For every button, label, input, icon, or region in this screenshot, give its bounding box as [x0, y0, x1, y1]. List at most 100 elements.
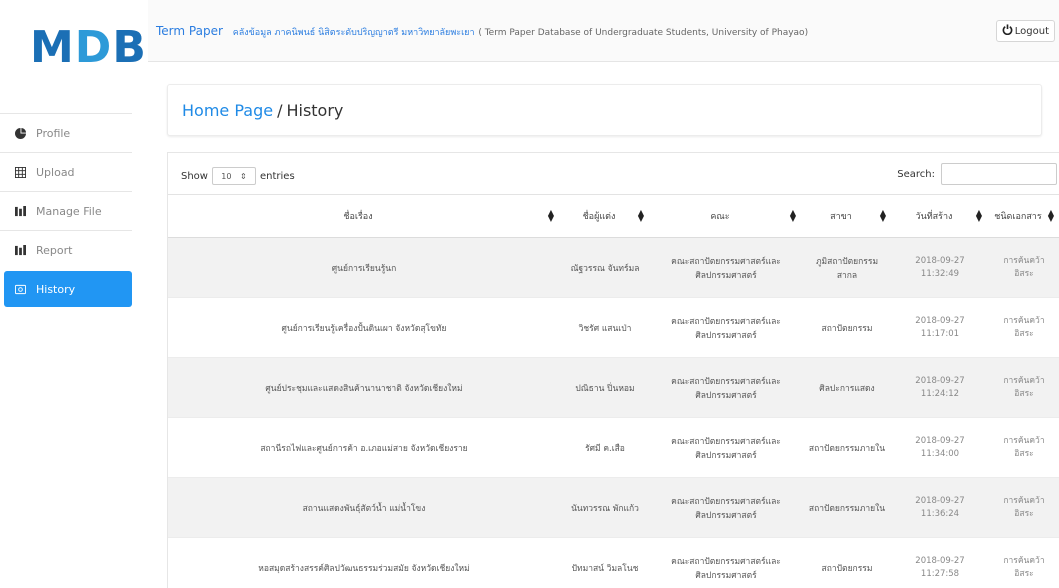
cell-author: ณัฐวรรณ จันทร์มล	[560, 237, 650, 298]
sidebar-item-manage-file[interactable]: Manage File	[0, 191, 132, 230]
search-input[interactable]	[941, 163, 1057, 185]
header-label: ชื่อเรื่อง	[343, 212, 373, 222]
entries-label: entries	[259, 170, 295, 182]
sort-icon: ▲ ▼	[547, 208, 554, 223]
cell-type: การค้นคว้า อิสระ	[988, 477, 1059, 538]
bars-icon	[14, 205, 26, 217]
sidebar-item-upload[interactable]: Upload	[0, 152, 132, 191]
cell-author: ปณิธาน ปิ่นหอม	[560, 357, 650, 418]
header-label: สาขา	[830, 212, 852, 222]
sidebar: MDB Profile Upload Manage File Report Hi…	[0, 0, 148, 588]
updown-icon: ⇕	[239, 171, 247, 181]
sort-icon: ▲ ▼	[1047, 208, 1054, 223]
cell-branch: สถาปัตยกรรม	[802, 297, 892, 358]
sort-icon: ▲ ▼	[975, 208, 982, 223]
cell-date: 2018-09-27 11:27:58	[892, 537, 988, 588]
type-line-2: อิสระ	[1014, 448, 1034, 459]
column-header-author[interactable]: ชื่อผู้แต่ง ▲ ▼	[560, 194, 650, 238]
cell-branch: ศิลปะการแสดง	[802, 357, 892, 418]
logout-button[interactable]: Logout	[995, 20, 1055, 42]
column-header-title[interactable]: ชื่อเรื่อง ▲ ▼	[168, 194, 560, 238]
type-line-1: การค้นคว้า	[1003, 495, 1045, 506]
sort-icon: ▲ ▼	[789, 208, 796, 223]
type-line-1: การค้นคว้า	[1003, 315, 1045, 326]
table-row[interactable]: สถานแสดงพันธุ์สัตว์น้ำ แม่น้ำโขง นันทวรร…	[168, 477, 1059, 538]
sidebar-item-report[interactable]: Report	[0, 230, 132, 269]
cell-faculty: คณะสถาปัตยกรรมศาสตร์และศิลปกรรมศาสตร์	[650, 417, 802, 478]
cell-author: วิชรัศ แสนเป่า	[560, 297, 650, 358]
thai-title: คลังข้อมูล ภาคนิพนธ์ นิสิตระดับปริญญาตรี…	[232, 28, 475, 38]
column-header-faculty[interactable]: คณะ ▲ ▼	[650, 194, 802, 238]
cell-faculty: คณะสถาปัตยกรรมศาสตร์และศิลปกรรมศาสตร์	[650, 237, 802, 298]
type-line-1: การค้นคว้า	[1003, 435, 1045, 446]
date-value: 2018-09-27	[915, 555, 965, 566]
column-header-type[interactable]: ชนิดเอกสาร ▲ ▼	[988, 194, 1059, 238]
power-icon	[1002, 24, 1013, 38]
cell-author: นันทวรรณ พักแก้ว	[560, 477, 650, 538]
english-title: ( Term Paper Database of Undergraduate S…	[478, 28, 809, 38]
cell-branch: ภูมิสถาปัตยกรรมสากล	[802, 237, 892, 298]
brand-label[interactable]: Term Paper	[156, 24, 223, 38]
cell-type: การค้นคว้าอิสระ	[988, 357, 1059, 418]
cell-type: การค้นคว้าอิสระ	[988, 297, 1059, 358]
site-title: Term Paper คลังข้อมูล ภาคนิพนธ์ นิสิตระด…	[156, 24, 808, 39]
table-row[interactable]: หอสมุดสร้างสรรค์ศิลปวัฒนธรรมร่วมสมัย จัง…	[168, 537, 1059, 588]
time-value: 11:34:00	[920, 448, 960, 459]
time-value: 11:24:12	[920, 388, 960, 399]
table-row[interactable]: ศูนย์ประชุมและแสดงสินค้านานาชาติ จังหวัด…	[168, 357, 1059, 418]
cell-date: 2018-09-27 11:34:00	[892, 417, 988, 478]
date-value: 2018-09-27	[915, 375, 965, 386]
pie-chart-icon	[14, 127, 26, 139]
breadcrumb-home-link[interactable]: Home Page	[182, 101, 273, 120]
date-value: 2018-09-27	[915, 435, 965, 446]
table-icon	[14, 166, 26, 178]
cell-date: 2018-09-27 11:36:24	[892, 477, 988, 538]
cell-title: ศูนย์การเรียนรู้เครื่องปั้นดินเผา จังหวั…	[168, 297, 560, 358]
type-line-1: การค้นคว้า	[1003, 255, 1045, 266]
time-value: 11:32:49	[920, 268, 960, 279]
table-row[interactable]: สถานีรถไฟและศูนย์การค้า อ.เภอแม่สาย จังห…	[168, 417, 1059, 478]
time-value: 11:36:24	[920, 508, 960, 519]
sort-icon: ▲ ▼	[637, 208, 644, 223]
type-line-1: การค้นคว้า	[1003, 375, 1045, 386]
sidebar-item-label: Report	[36, 243, 73, 257]
cell-branch: สถาปัตยกรรม	[802, 537, 892, 588]
cell-faculty: คณะสถาปัตยกรรมศาสตร์และศิลปกรรมศาสตร์	[650, 477, 802, 538]
column-header-branch[interactable]: สาขา ▲ ▼	[802, 194, 892, 238]
cell-faculty: คณะสถาปัตยกรรมศาสตร์และศิลปกรรมศาสตร์	[650, 357, 802, 418]
side-nav: Profile Upload Manage File Report Histor…	[0, 113, 132, 307]
sidebar-item-label: Manage File	[36, 204, 102, 218]
column-header-date[interactable]: วันที่สร้าง ▲ ▼	[892, 194, 988, 238]
app-logo[interactable]: MDB	[30, 22, 147, 73]
cell-faculty: คณะสถาปัตยกรรมศาสตร์และศิลปกรรมศาสตร์	[650, 297, 802, 358]
entries-length-control: Show 10 ⇕ entries	[181, 167, 295, 185]
logo-letter-d: D	[74, 22, 113, 73]
cell-author: รัศมี ค.เสือ	[560, 417, 650, 478]
cell-date: 2018-09-27 11:32:49	[892, 237, 988, 298]
type-line-1: การค้นคว้า	[1003, 555, 1045, 566]
logo-letter-m: M	[30, 22, 75, 73]
sidebar-item-profile[interactable]: Profile	[0, 113, 132, 152]
sidebar-item-label: History	[36, 282, 76, 296]
table-row[interactable]: ศูนย์การเรียนรู้นก ณัฐวรรณ จันทร์มล คณะส…	[168, 237, 1059, 298]
cell-title: ศูนย์ประชุมและแสดงสินค้านานาชาติ จังหวัด…	[168, 357, 560, 418]
entries-select[interactable]: 10 ⇕	[211, 167, 256, 185]
cell-date: 2018-09-27 11:24:12	[892, 357, 988, 418]
sidebar-item-label: Upload	[36, 165, 75, 179]
logo-letter-b: B	[112, 22, 147, 73]
type-line-2: อิสระ	[1014, 268, 1034, 279]
cell-title: หอสมุดสร้างสรรค์ศิลปวัฒนธรรมร่วมสมัย จัง…	[168, 537, 560, 588]
breadcrumb-current: History	[286, 100, 344, 120]
type-line-2: อิสระ	[1014, 388, 1034, 399]
cell-author: ปัทมาสน์ วิมลโนช	[560, 537, 650, 588]
table-header-row: ชื่อเรื่อง ▲ ▼ ชื่อผู้แต่ง ▲ ▼ คณะ ▲ ▼ สาขา ▲ ▼ …	[168, 194, 1059, 238]
search-label: Search:	[897, 168, 935, 180]
table-search: Search:	[897, 163, 1057, 185]
cell-date: 2018-09-27 11:17:01	[892, 297, 988, 358]
type-line-2: อิสระ	[1014, 328, 1034, 339]
cell-type: การค้นคว้าอิสระ	[988, 417, 1059, 478]
sidebar-item-label: Profile	[36, 126, 71, 140]
sidebar-item-history[interactable]: History	[4, 271, 132, 307]
show-label: Show	[181, 170, 208, 182]
table-row[interactable]: ศูนย์การเรียนรู้เครื่องปั้นดินเผา จังหวั…	[168, 297, 1059, 358]
